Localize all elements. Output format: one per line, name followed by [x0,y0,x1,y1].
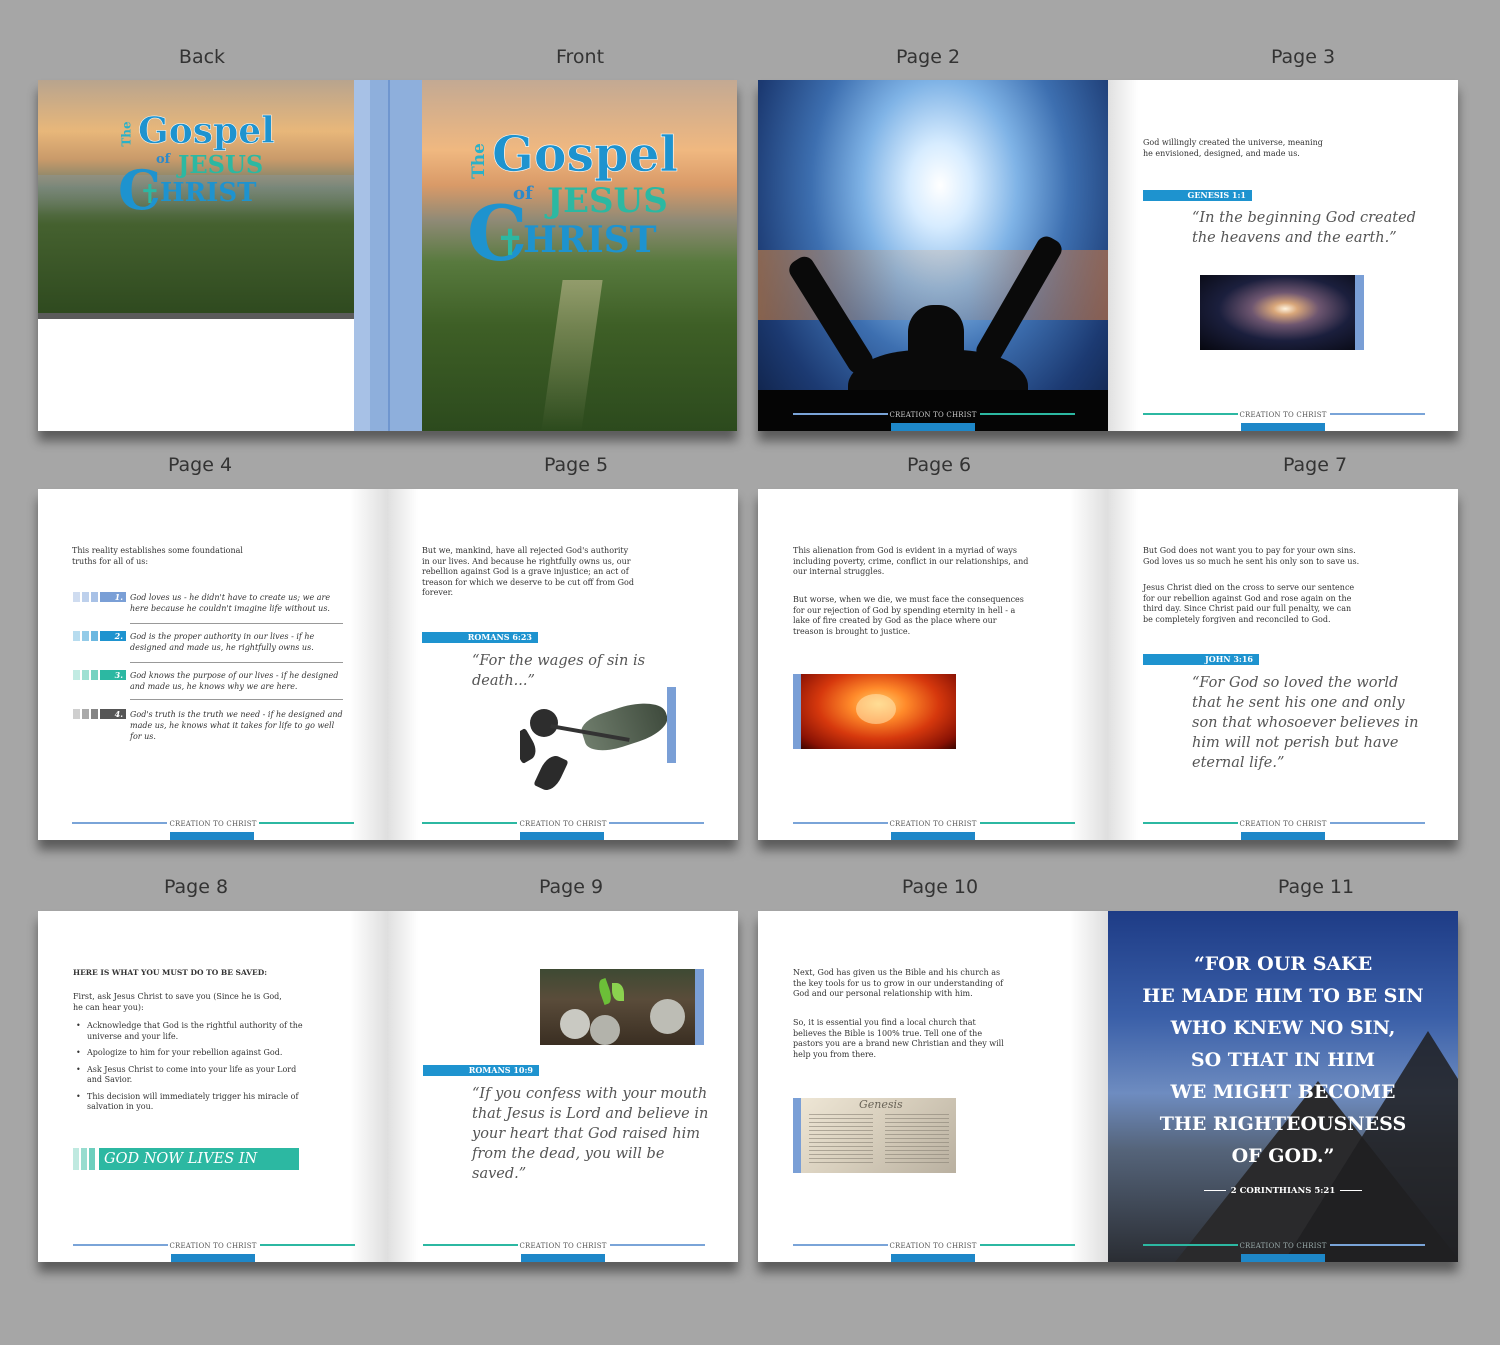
page-5-quote: “For the wages of sin is death...” [472,653,646,689]
page-10-bible-image: Genesis [801,1098,956,1173]
page-7-footer: CREATION TO CHRIST [1108,820,1458,840]
label-page-9: Page 9 [538,876,604,898]
page-3-body: God willingly created the universe, mean… [1143,138,1323,158]
page-10-body-1: Next, God has given us the Bible and his… [793,968,1004,998]
page-11: “FOR OUR SAKE HE MADE HIM TO BE SIN WHO … [1108,911,1458,1262]
label-page-8: Page 8 [163,876,229,898]
front-cover: The Gospel of JESUS C ✝ HRIST [422,80,737,431]
page-8-footer: CREATION TO CHRIST [38,1242,388,1262]
label-page-4: Page 4 [167,454,233,476]
front-cover-title: The Gospel of JESUS C ✝ HRIST [467,125,679,278]
page-11-quote: “FOR OUR SAKE HE MADE HIM TO BE SIN WHO … [1142,953,1424,1167]
label-page-2: Page 2 [895,46,961,68]
spine [354,80,422,431]
label-page-6: Page 6 [906,454,972,476]
page-8-banner: GOD NOW LIVES IN YOU! [73,1148,303,1189]
page-3-footer: CREATION TO CHRIST [1108,411,1458,431]
page-7-quote: “For God so loved the world that he sent… [1192,675,1419,771]
back-cover-cross-icon: ✝ [139,180,161,210]
page-7: But God does not want you to pay for you… [1108,489,1458,840]
label-page-10: Page 10 [901,876,979,898]
page-11-reference: 2 CORINTHIANS 5:21 [1108,1186,1458,1196]
cover-spread: The Gospel of JESUS C ✝ HRIST The Gospel… [38,80,737,431]
spread-pages-2-3: CREATION TO CHRIST God willingly created… [758,80,1458,431]
front-cover-cross-icon: ✝ [495,223,526,264]
page-8: HERE IS WHAT YOU MUST DO TO BE SAVED: Fi… [38,911,388,1262]
page-7-body-1: But God does not want you to pay for you… [1143,546,1360,566]
page-6-footer: CREATION TO CHRIST [758,820,1108,840]
page-6-body-1: This alienation from God is evident in a… [793,546,1029,576]
page-6: This alienation from God is evident in a… [758,489,1108,840]
page-10-body-2: So, it is essential you find a local chu… [793,1018,1004,1059]
page-8-intro: First, ask Jesus Christ to save you (Sin… [73,992,282,1012]
page-5-body: But we, mankind, have all rejected God's… [422,546,634,597]
page-6-fire-image [801,674,956,749]
page-8-bullet-list: • Acknowledge that God is the rightful au… [76,1021,303,1111]
page-3: God willingly created the universe, mean… [1108,80,1458,431]
page-9-footer: CREATION TO CHRIST [388,1242,738,1262]
page-5-rose-hand-image [520,687,678,802]
page-3-verse-tag: GENESIS 1:1 [1143,190,1252,201]
page-3-galaxy-image [1200,275,1355,350]
page-9-verse-tag: ROMANS 10:9 [423,1065,539,1076]
page-7-body-2: Jesus Christ died on the cross to serve … [1143,583,1355,624]
page-9: ROMANS 10:9 “If you confess with your mo… [388,911,738,1262]
page-11-footer: CREATION TO CHRIST [1108,1242,1458,1262]
page-2-worship-photo [758,80,1108,431]
page-10: Next, God has given us the Bible and his… [758,911,1108,1262]
spread-pages-8-9: HERE IS WHAT YOU MUST DO TO BE SAVED: Fi… [38,911,738,1262]
back-cover-title: The Gospel of JESUS C ✝ HRIST [118,110,275,222]
page-4-intro: This reality establishes some foundation… [72,546,243,566]
label-front: Front [555,46,605,68]
label-page-7: Page 7 [1282,454,1348,476]
page-5-verse-tag: ROMANS 6:23 [422,632,538,643]
page-2: CREATION TO CHRIST [758,80,1108,431]
label-page-5: Page 5 [543,454,609,476]
label-page-11: Page 11 [1277,876,1355,898]
silhouette-figure [758,80,1108,431]
spread-pages-4-5: This reality establishes some foundation… [38,489,738,840]
page-5: But we, mankind, have all rejected God's… [388,489,738,840]
page-9-quote: “If you confess with your mouth that Jes… [472,1086,709,1182]
page-6-body-2: But worse, when we die, we must face the… [793,595,1024,636]
page-4-footer: CREATION TO CHRIST [38,820,388,840]
label-back: Back [178,46,226,68]
page-9-sprout-coins-image [540,969,695,1045]
back-cover: The Gospel of JESUS C ✝ HRIST [38,80,354,431]
spread-pages-6-7: This alienation from God is evident in a… [758,489,1458,840]
page-8-heading: HERE IS WHAT YOU MUST DO TO BE SAVED: [73,968,268,977]
page-10-footer: CREATION TO CHRIST [758,1242,1108,1262]
spread-pages-10-11: Next, God has given us the Bible and his… [758,911,1458,1262]
page-7-verse-tag: JOHN 3:16 [1143,654,1259,665]
page-3-quote: “In the beginning God created the heaven… [1192,210,1416,246]
page-2-footer: CREATION TO CHRIST [758,411,1108,431]
page-5-footer: CREATION TO CHRIST [388,820,738,840]
page-4: This reality establishes some foundation… [38,489,388,840]
label-page-3: Page 3 [1270,46,1336,68]
